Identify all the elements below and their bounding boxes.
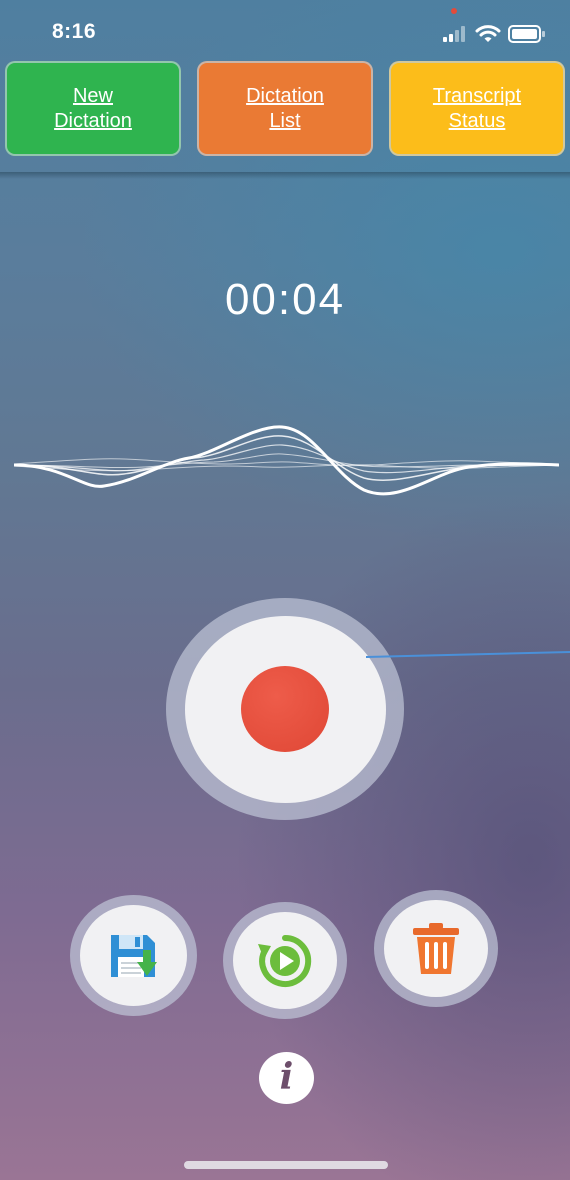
- pointer-line: [366, 651, 570, 658]
- save-icon: [110, 934, 157, 977]
- save-button-ring: [70, 895, 197, 1016]
- cellular-signal-icon: [443, 26, 465, 42]
- record-button[interactable]: [185, 616, 386, 803]
- audio-waveform: [14, 425, 559, 496]
- nav-divider: [0, 172, 570, 179]
- top-navigation: New Dictation Dictation List Transcript …: [0, 58, 570, 162]
- battery-icon: [508, 25, 545, 43]
- replay-button[interactable]: [233, 912, 337, 1009]
- trash-icon: [413, 922, 459, 974]
- home-indicator[interactable]: [184, 1161, 388, 1169]
- save-button[interactable]: [80, 905, 187, 1006]
- dictation-list-button[interactable]: Dictation List: [197, 61, 373, 156]
- status-time: 8:16: [52, 20, 97, 43]
- info-button[interactable]: i: [259, 1052, 314, 1104]
- wifi-icon: [475, 25, 501, 42]
- transcript-status-button[interactable]: Transcript Status: [389, 61, 565, 156]
- recording-timer: 00:04: [224, 275, 346, 324]
- delete-button[interactable]: [384, 900, 488, 997]
- recording-indicator-dot: [451, 8, 457, 14]
- replay-button-ring: [223, 902, 347, 1019]
- status-bar: 8:16: [0, 0, 570, 60]
- record-icon: [241, 666, 329, 752]
- info-icon: i: [279, 1056, 294, 1098]
- replay-icon: [258, 934, 312, 987]
- new-dictation-button[interactable]: New Dictation: [5, 61, 181, 156]
- dictation-screen: 8:16 New Dictation Dictation List Transc…: [0, 0, 570, 1180]
- delete-button-ring: [374, 890, 498, 1007]
